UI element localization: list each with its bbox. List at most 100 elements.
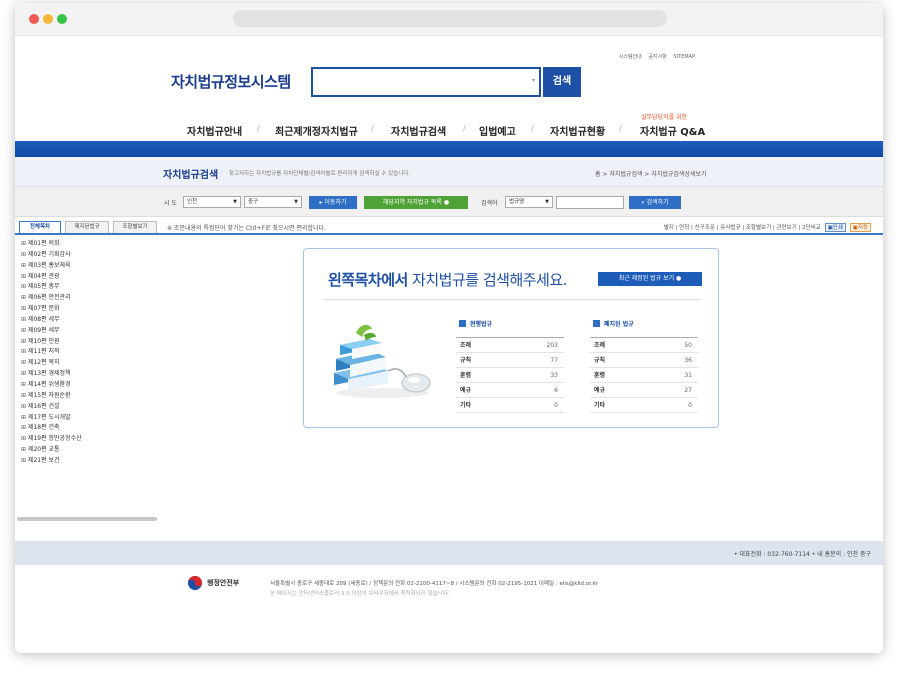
main-search-input[interactable]: ▾ bbox=[311, 67, 541, 97]
nav-separator: / bbox=[463, 124, 466, 133]
stats-row[interactable]: 예규 6 bbox=[456, 383, 564, 398]
stats-row[interactable]: 조례 203 bbox=[456, 338, 564, 353]
page-title: 자치법규검색 bbox=[163, 170, 219, 181]
tree-item[interactable]: 제17편 도시개발 bbox=[21, 413, 82, 424]
tool-related[interactable]: 관련보기 bbox=[777, 225, 797, 231]
stats-row[interactable]: 기타 0 bbox=[456, 398, 564, 413]
tree-item[interactable]: 제15편 자원순환 bbox=[21, 391, 82, 402]
keyword-input[interactable] bbox=[556, 196, 624, 209]
headline-bold: 왼쪽목차에서 bbox=[328, 271, 408, 289]
tree-item[interactable]: 제03편 홍보체육 bbox=[21, 261, 82, 272]
nav-item-guide[interactable]: 자치법규안내 bbox=[187, 123, 242, 138]
nav-item-status[interactable]: 자치법규현황 bbox=[550, 123, 605, 138]
search-tip: ※ 조문내용의 특정단어 찾기는 Ctrl+F로 찾으시면 편리합니다. bbox=[167, 225, 326, 232]
keyword-type-select[interactable]: 법규명 ▼ bbox=[505, 196, 553, 208]
nav-separator: / bbox=[531, 124, 534, 133]
tool-history[interactable]: 연혁 bbox=[679, 225, 689, 231]
nav-item-search[interactable]: 자치법규검색 bbox=[391, 123, 446, 138]
tool-compare[interactable]: 2단비교 bbox=[802, 225, 821, 231]
stats-row[interactable]: 조례 50 bbox=[590, 338, 698, 353]
stats-count: 31 bbox=[684, 372, 692, 379]
tool-old-new[interactable]: 신구조문 bbox=[695, 225, 715, 231]
stats-row[interactable]: 규칙 77 bbox=[456, 353, 564, 368]
keyword-type-value: 법규명 bbox=[509, 199, 525, 205]
tree-item[interactable]: 제21편 보건 bbox=[21, 456, 82, 467]
stats-row[interactable]: 규칙 36 bbox=[590, 353, 698, 368]
tree-item[interactable]: 제08편 세무 bbox=[21, 315, 82, 326]
region-list-button[interactable]: 해당지역 자치법규 목록 ● bbox=[364, 196, 468, 209]
tab-bar: 전체목차 제지된법규 조항별보기 ※ 조문내용의 특정단어 찾기는 Ctrl+F… bbox=[15, 219, 883, 235]
stats-category: 규칙 bbox=[594, 357, 606, 364]
address-bar[interactable] bbox=[233, 10, 667, 27]
tree-item[interactable]: 제12편 복지 bbox=[21, 358, 82, 369]
tree-item[interactable]: 제19편 항만공항수산 bbox=[21, 434, 82, 445]
tab-repealed[interactable]: 제지된법규 bbox=[65, 221, 109, 233]
footer-org-name: 행정안전부 bbox=[207, 579, 240, 587]
tree-item[interactable]: 제09편 세무 bbox=[21, 326, 82, 337]
close-window-dot[interactable] bbox=[29, 14, 39, 24]
tree-item[interactable]: 제06편 안전관리 bbox=[21, 293, 82, 304]
stats-count: 50 bbox=[684, 342, 692, 349]
sigungu-select[interactable]: 중구 ▼ bbox=[244, 196, 302, 208]
chevron-down-icon: ▼ bbox=[294, 199, 298, 205]
minimize-window-dot[interactable] bbox=[43, 14, 53, 24]
tree-item[interactable]: 제02편 기획감사 bbox=[21, 250, 82, 261]
nav-item-qa[interactable]: 자치법규 Q&A bbox=[640, 123, 705, 138]
tool-appendix[interactable]: 별지 bbox=[664, 225, 674, 231]
sido-select[interactable]: 인천 ▼ bbox=[183, 196, 241, 208]
chevron-down-icon: ▼ bbox=[233, 199, 237, 205]
top-link-notice[interactable]: 공지사항 bbox=[648, 54, 666, 60]
recent-laws-button[interactable]: 최근 제정된 법규 보기 ● bbox=[598, 272, 702, 286]
site-logo[interactable]: 자치법규정보시스템 bbox=[171, 71, 291, 92]
keyword-search-label: 검색하기 bbox=[646, 199, 669, 206]
tree-item[interactable]: 제10편 민원 bbox=[21, 337, 82, 348]
recent-laws-label: 최근 제정된 법규 보기 bbox=[618, 275, 675, 282]
taegeuk-logo-icon bbox=[188, 576, 202, 590]
nav-item-recent[interactable]: 최근제개정자치법규 bbox=[275, 123, 358, 138]
stats-count: 203 bbox=[546, 342, 558, 349]
tree-item[interactable]: 제07편 문화 bbox=[21, 304, 82, 315]
tool-similar[interactable]: 유사법규 bbox=[720, 225, 740, 231]
tree-item[interactable]: 제18편 건축 bbox=[21, 423, 82, 434]
keyword-search-button[interactable]: ⌕ 검색하기 bbox=[629, 196, 681, 209]
stats-row[interactable]: 기타 0 bbox=[590, 398, 698, 413]
footer-address: 서울특별시 종로구 세종대로 209 (세종로) / 정책문의 전화 02-21… bbox=[270, 581, 599, 587]
tab-by-article[interactable]: 조항별보기 bbox=[113, 221, 157, 233]
tree-item[interactable]: 제13편 경제정책 bbox=[21, 369, 82, 380]
stats-category: 예규 bbox=[594, 387, 606, 394]
stats-category: 기타 bbox=[460, 402, 472, 409]
horizontal-scrollbar[interactable] bbox=[17, 517, 157, 521]
sido-value: 인천 bbox=[187, 199, 198, 205]
top-link-system[interactable]: 시스템안내 bbox=[619, 54, 642, 60]
tree-item[interactable]: 제16편 건설 bbox=[21, 402, 82, 413]
main-search-button[interactable]: 검색 bbox=[543, 67, 581, 97]
print-button[interactable]: ▣인쇄 bbox=[824, 223, 846, 232]
nav-item-legislation[interactable]: 입법예고 bbox=[479, 123, 516, 138]
current-laws-title: 현행법규 bbox=[470, 321, 493, 328]
tool-by-article[interactable]: 조항별보기 bbox=[746, 225, 771, 231]
repealed-laws-table: 조례 50 규칙 36 훈령 31 예규 27 기타 0 bbox=[590, 337, 698, 413]
move-button[interactable]: ▸ 이동하기 bbox=[309, 196, 357, 209]
sub-header: 자치법규검색 찾고자하는 자치법규를 자치단체별/검색어별로 편리하게 검색하실… bbox=[15, 157, 883, 187]
maximize-window-dot[interactable] bbox=[57, 14, 67, 24]
browser-chrome bbox=[15, 3, 883, 36]
tree-item[interactable]: 제05편 총무 bbox=[21, 282, 82, 293]
stats-row[interactable]: 예규 27 bbox=[590, 383, 698, 398]
stats-row[interactable]: 훈령 33 bbox=[456, 368, 564, 383]
tree-item[interactable]: 제04편 관광 bbox=[21, 272, 82, 283]
keyword-label: 검색어 bbox=[481, 200, 498, 207]
tree-item[interactable]: 제20편 교통 bbox=[21, 445, 82, 456]
page: 시스템안내 공지사항 SITEMAP 자치법규정보시스템 ▾ 검색 실무담당자를… bbox=[15, 37, 883, 653]
current-laws-heading: 현행법규 bbox=[459, 319, 492, 328]
stats-category: 조례 bbox=[594, 342, 606, 349]
nav-separator: / bbox=[371, 124, 374, 133]
save-button[interactable]: ▣저장 bbox=[849, 223, 871, 232]
stats-row[interactable]: 훈령 31 bbox=[590, 368, 698, 383]
tree-item[interactable]: 제11편 지적 bbox=[21, 347, 82, 358]
tab-all-contents[interactable]: 전체목차 bbox=[19, 221, 61, 233]
tree-item[interactable]: 제01편 의회 bbox=[21, 239, 82, 250]
qa-subtitle: 실무담당자를 위한 bbox=[641, 114, 688, 121]
tool-links: 별지 | 연혁 | 신구조문 | 유사법규 | 조항별보기 | 관련보기 | 2… bbox=[664, 223, 871, 232]
tree-item[interactable]: 제14편 위생환경 bbox=[21, 380, 82, 391]
top-link-sitemap[interactable]: SITEMAP bbox=[673, 54, 695, 60]
